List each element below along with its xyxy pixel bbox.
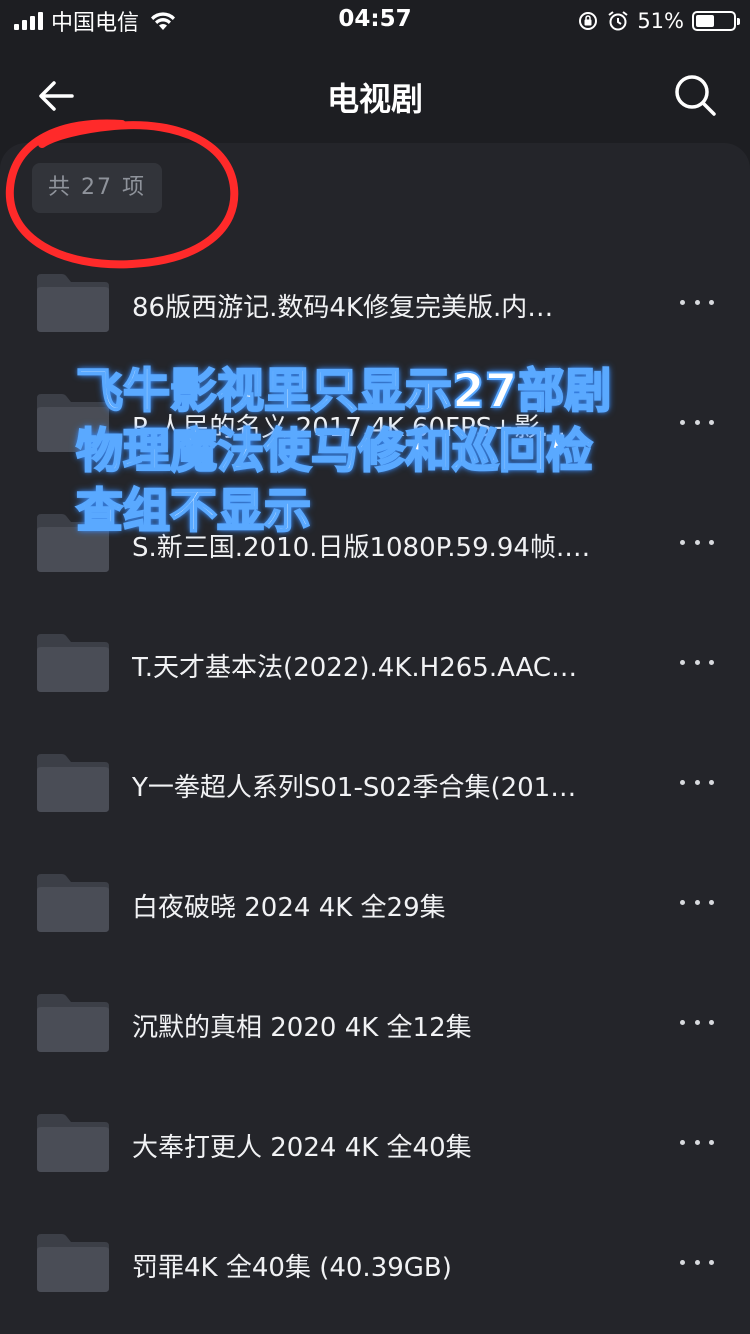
more-dot	[709, 899, 714, 905]
status-right: 51%	[577, 6, 740, 36]
file-name: S.新三国.2010.日版1080P.59.94帧.…	[132, 533, 591, 563]
page-title: 电视剧	[326, 80, 423, 118]
battery-fill	[696, 15, 715, 27]
more-dot	[694, 419, 700, 425]
search-button[interactable]	[670, 70, 720, 120]
list-item[interactable]: T.天才基本法(2022).4K.H265.AAC…	[0, 585, 750, 705]
more-dot	[680, 1259, 685, 1265]
folder-icon	[37, 394, 109, 452]
list-item[interactable]: Y一拳超人系列S01-S02季合集(201…	[0, 705, 750, 825]
file-name: T.天才基本法(2022).4K.H265.AAC…	[132, 653, 578, 683]
battery-icon	[692, 11, 740, 31]
file-name: 沉默的真相 2020 4K 全12集	[132, 1013, 472, 1043]
folder-icon	[37, 634, 109, 692]
list-item[interactable]: 大奉打更人 2024 4K 全40集	[0, 1065, 750, 1185]
folder-icon	[37, 1114, 109, 1172]
nav-bar: 电视剧	[0, 50, 750, 140]
more-dot	[680, 299, 685, 305]
more-dot	[709, 299, 714, 305]
more-dot	[709, 539, 714, 545]
more-dot	[694, 779, 700, 785]
file-name: R.人民的名义.2017.4K.60FPS+影…	[132, 413, 566, 443]
list-item[interactable]: R.人民的名义.2017.4K.60FPS+影…	[0, 345, 750, 465]
more-dot	[694, 1019, 700, 1025]
content-panel: 共 27 项 86版西游记.数码4K修复完美版.内… R.人民的名义.2017.…	[0, 143, 750, 1334]
list-item[interactable]: 86版西游记.数码4K修复完美版.内…	[0, 225, 750, 345]
file-list: 86版西游记.数码4K修复完美版.内… R.人民的名义.2017.4K.60FP…	[0, 225, 750, 1305]
more-dot	[694, 659, 700, 665]
file-name: 大奉打更人 2024 4K 全40集	[132, 1133, 472, 1163]
file-name: Y一拳超人系列S01-S02季合集(201…	[132, 773, 577, 803]
more-dot	[709, 1259, 714, 1265]
more-dot	[694, 299, 700, 305]
more-dot	[694, 539, 700, 545]
folder-icon	[37, 994, 109, 1052]
file-name: 白夜破晓 2024 4K 全29集	[132, 893, 446, 923]
folder-icon	[37, 754, 109, 812]
more-dot	[680, 1019, 685, 1025]
list-item[interactable]: 罚罪4K 全40集 (40.39GB)	[0, 1185, 750, 1305]
folder-icon	[37, 514, 109, 572]
more-dot	[694, 1139, 700, 1145]
more-dot	[680, 419, 685, 425]
more-dot	[709, 659, 714, 665]
more-dot	[709, 1019, 714, 1025]
list-item[interactable]: 白夜破晓 2024 4K 全29集	[0, 825, 750, 945]
item-count-badge: 共 27 项	[32, 163, 162, 213]
more-dot	[694, 1259, 700, 1265]
rotation-lock-icon	[579, 12, 598, 30]
more-dot	[680, 659, 685, 665]
list-item[interactable]: S.新三国.2010.日版1080P.59.94帧.…	[0, 465, 750, 585]
more-dot	[709, 419, 714, 425]
more-options-button[interactable]	[680, 1007, 714, 1037]
folder-icon	[37, 874, 109, 932]
more-options-button[interactable]	[680, 767, 714, 797]
more-dot	[680, 539, 685, 545]
more-options-button[interactable]	[680, 287, 714, 317]
battery-percent: 51%	[637, 9, 684, 33]
more-options-button[interactable]	[680, 1247, 714, 1277]
more-dot	[680, 899, 685, 905]
file-name: 罚罪4K 全40集 (40.39GB)	[132, 1253, 452, 1283]
more-options-button[interactable]	[680, 527, 714, 557]
status-bar: 中国电信 04:57 51%	[0, 0, 750, 44]
search-icon	[675, 75, 716, 116]
more-dot	[709, 779, 714, 785]
file-name: 86版西游记.数码4K修复完美版.内…	[132, 293, 554, 323]
alarm-icon	[608, 11, 628, 31]
more-options-button[interactable]	[680, 887, 714, 917]
more-options-button[interactable]	[680, 647, 714, 677]
more-options-button[interactable]	[680, 407, 714, 437]
more-dot	[709, 1139, 714, 1145]
more-dot	[694, 899, 700, 905]
list-item[interactable]: 沉默的真相 2020 4K 全12集	[0, 945, 750, 1065]
more-dot	[680, 1139, 685, 1145]
folder-icon	[37, 1234, 109, 1292]
more-dot	[680, 779, 685, 785]
folder-icon	[37, 274, 109, 332]
more-options-button[interactable]	[680, 1127, 714, 1157]
